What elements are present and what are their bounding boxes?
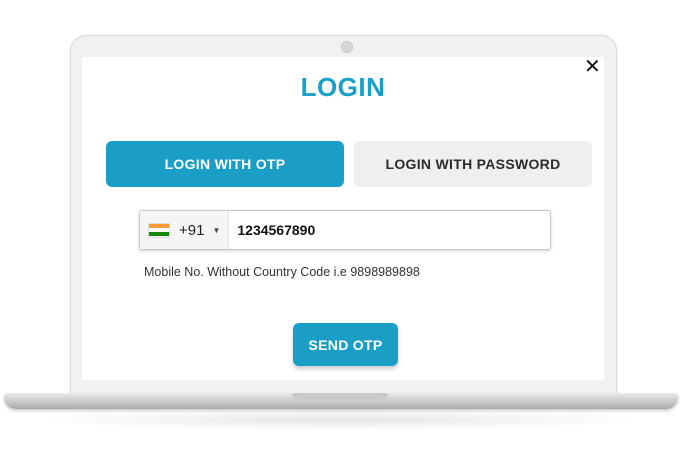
phone-field: +91 ▼ xyxy=(139,210,551,250)
india-flag-icon xyxy=(148,222,170,238)
laptop-shadow xyxy=(30,410,650,430)
dial-code: +91 xyxy=(179,221,205,239)
send-otp-button[interactable]: SEND OTP xyxy=(293,323,398,366)
phone-input[interactable] xyxy=(229,210,550,250)
tab-login-with-password[interactable]: LOGIN WITH PASSWORD xyxy=(354,141,592,187)
laptop-notch xyxy=(292,393,388,400)
tab-login-with-otp[interactable]: LOGIN WITH OTP xyxy=(106,141,344,187)
page-title: LOGIN xyxy=(300,72,386,102)
webcam-icon xyxy=(341,41,353,53)
phone-hint: Mobile No. Without Country Code i.e 9898… xyxy=(144,265,420,279)
login-modal: ✕ LOGIN LOGIN WITH OTP LOGIN WITH PASSWO… xyxy=(82,57,604,380)
country-code-dropdown[interactable]: +91 ▼ xyxy=(140,211,230,249)
flag-band-green xyxy=(149,232,169,237)
chevron-down-icon: ▼ xyxy=(212,225,221,235)
